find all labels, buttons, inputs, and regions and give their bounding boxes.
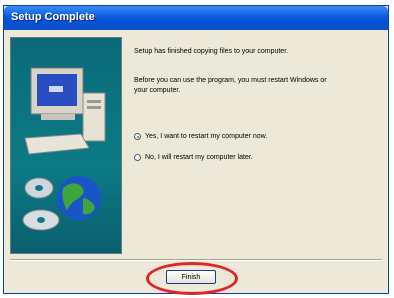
computer-illustration [22, 67, 106, 231]
finished-message: Setup has finished copying files to your… [134, 48, 289, 55]
restart-message-line1: Before you can use the program, you must… [134, 77, 327, 84]
side-panel-illustration [10, 37, 122, 254]
finish-highlight-ellipse [146, 262, 238, 295]
globe-icon [57, 176, 101, 220]
title-bar: Setup Complete [4, 6, 388, 30]
cd-disc-icon [22, 177, 60, 231]
restart-later-label: No, I will restart my computer later. [145, 154, 253, 161]
window-title: Setup Complete [11, 11, 95, 23]
restart-now-label: Yes, I want to restart my computer now. [145, 133, 268, 140]
content-area: Setup has finished copying files to your… [122, 34, 384, 256]
setup-window: Setup Complete Setup has finished copyin… [3, 5, 389, 294]
restart-message-line2: your computer. [134, 87, 181, 94]
separator [10, 259, 382, 261]
restart-now-radio[interactable] [134, 133, 141, 140]
restart-later-option[interactable]: No, I will restart my computer later. [134, 154, 253, 161]
restart-now-option[interactable]: Yes, I want to restart my computer now. [134, 133, 267, 140]
restart-later-radio[interactable] [134, 154, 141, 161]
